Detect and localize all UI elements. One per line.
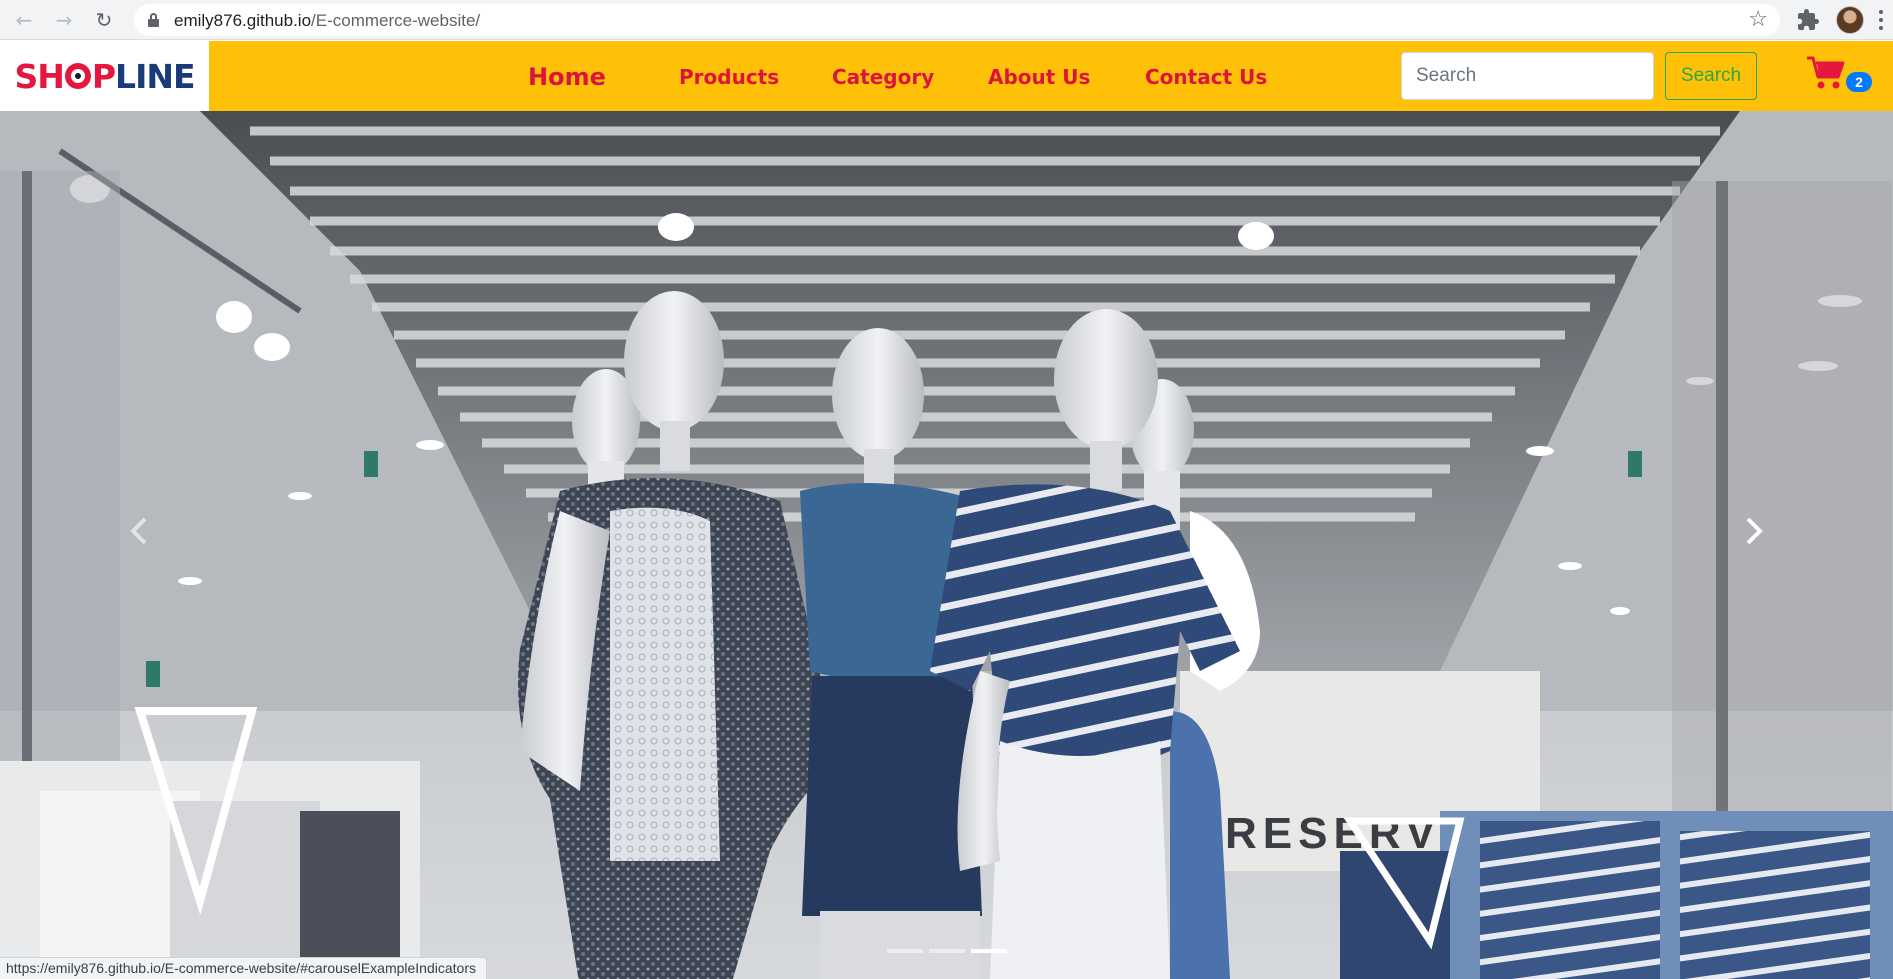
cart-count-badge: 2 xyxy=(1846,72,1872,92)
lock-icon[interactable] xyxy=(148,13,159,27)
profile-avatar[interactable] xyxy=(1836,6,1864,34)
nav-link-products[interactable]: Products xyxy=(679,41,779,111)
carousel-indicators xyxy=(0,949,1893,955)
search-input[interactable] xyxy=(1401,52,1654,100)
brand-logo[interactable]: SH P LINE xyxy=(0,41,209,111)
carousel-slide-image: RESERVED xyxy=(0,111,1893,979)
forward-icon[interactable]: → xyxy=(50,6,78,34)
link-status-bar: https://emily876.github.io/E-commerce-we… xyxy=(0,957,487,979)
carousel-indicator-3[interactable] xyxy=(970,949,1007,953)
browser-toolbar: ← → ↻ emily876.github.io/E-commerce-webs… xyxy=(0,0,1893,40)
site-navbar: SH P LINE Home Products Category About Us … xyxy=(0,41,1893,111)
nav-link-contact-us[interactable]: Contact Us xyxy=(1145,41,1267,111)
carousel-prev-control[interactable] xyxy=(105,491,175,571)
back-icon[interactable]: ← xyxy=(10,6,38,34)
extensions-puzzle-icon[interactable] xyxy=(1796,8,1820,32)
url-text[interactable]: emily876.github.io/E-commerce-website/ xyxy=(174,11,480,31)
carousel-next-control[interactable] xyxy=(1718,491,1788,571)
nav-link-category[interactable]: Category xyxy=(832,41,934,111)
chevron-left-icon xyxy=(130,517,147,545)
logo-wordmark: SH P LINE xyxy=(14,56,195,96)
browser-menu-icon[interactable] xyxy=(1878,8,1884,32)
reload-icon[interactable]: ↻ xyxy=(90,6,118,34)
carousel-indicator-2[interactable] xyxy=(928,949,965,953)
hero-carousel: RESERVED xyxy=(0,111,1893,979)
address-bar[interactable]: emily876.github.io/E-commerce-website/ ☆ xyxy=(134,4,1780,36)
logo-text-sh: SH xyxy=(14,56,64,96)
logo-clock-o-icon xyxy=(64,63,91,89)
chevron-right-icon xyxy=(1746,517,1763,545)
logo-text-p: P xyxy=(91,56,116,96)
nav-link-about-us[interactable]: About Us xyxy=(988,41,1090,111)
nav-link-home[interactable]: Home xyxy=(528,41,606,111)
carousel-indicator-1[interactable] xyxy=(886,949,923,953)
shopping-cart-icon[interactable] xyxy=(1806,55,1846,91)
bookmark-star-icon[interactable]: ☆ xyxy=(1748,7,1768,32)
search-button[interactable]: Search xyxy=(1665,52,1757,100)
logo-text-line: LINE xyxy=(115,56,195,96)
